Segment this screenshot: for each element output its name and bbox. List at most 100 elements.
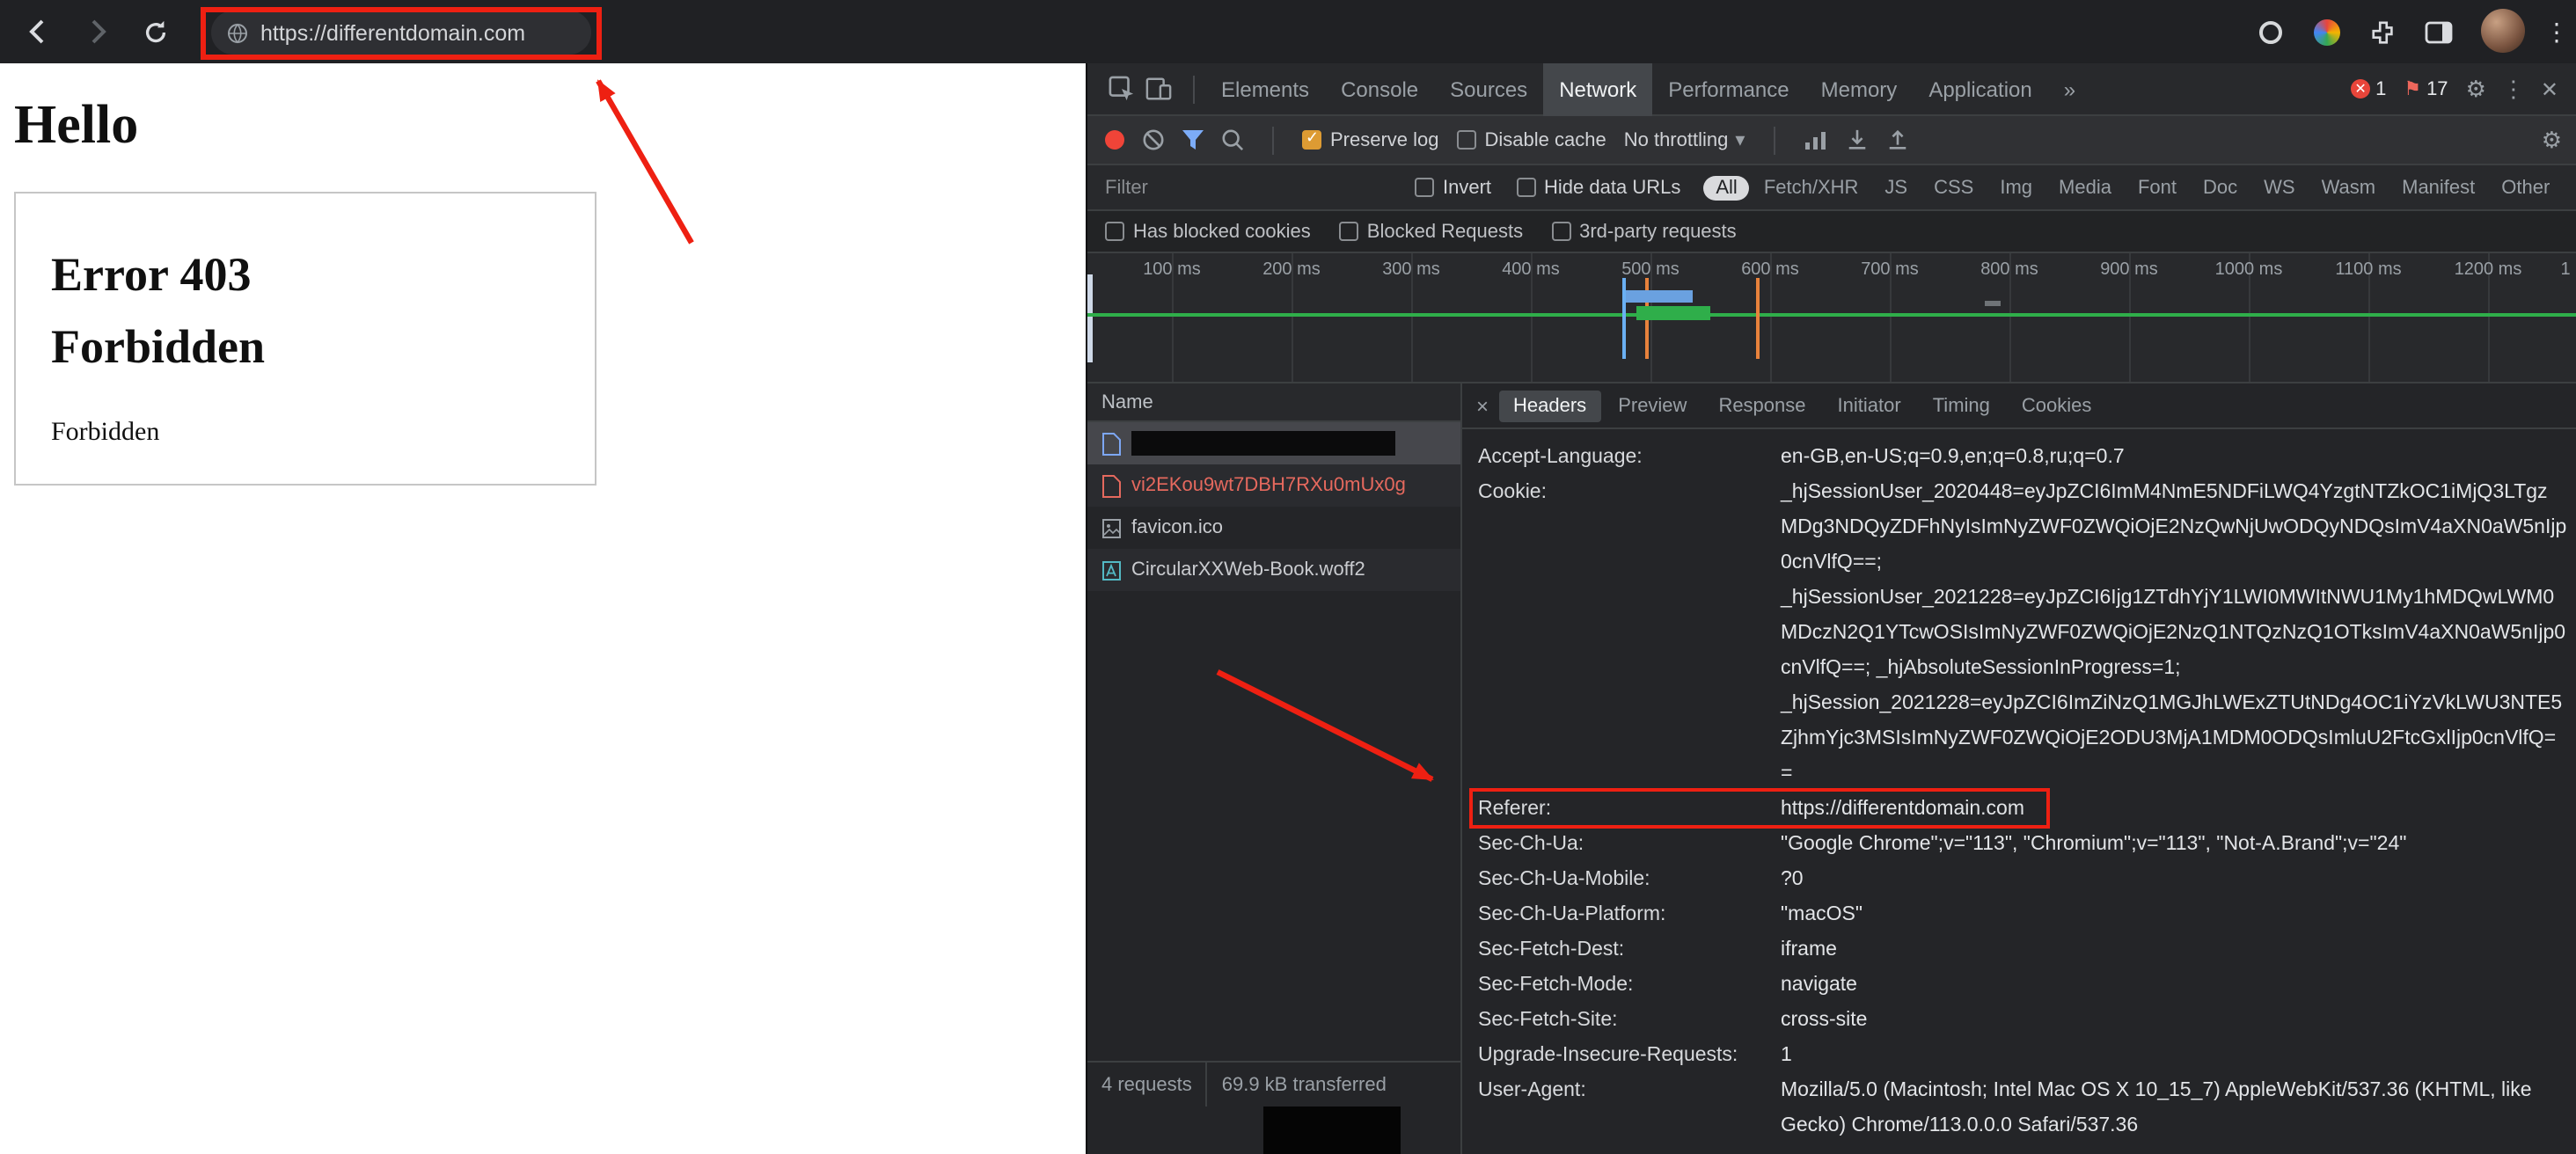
details-tabbar: × Headers Preview Response Initiator Tim…	[1462, 383, 2576, 429]
network-overview-timeline[interactable]: 100 ms 200 ms 300 ms 400 ms 500 ms 600 m…	[1087, 253, 2576, 383]
tab-performance[interactable]: Performance	[1652, 62, 1804, 115]
tab-response[interactable]: Response	[1704, 390, 1819, 421]
close-details-icon[interactable]: ×	[1476, 393, 1489, 418]
header-key: Upgrade-Insecure-Requests:	[1478, 1038, 1781, 1073]
redacted-request-name	[1131, 431, 1395, 456]
header-value-line: =	[1781, 756, 2566, 792]
issues-flag-icon[interactable]: ⚑	[2404, 77, 2421, 100]
hide-data-urls-checkbox[interactable]: Hide data URLs	[1516, 177, 1680, 198]
web-page: Hello Error 403 Forbidden Forbidden	[0, 63, 1086, 1154]
filter-input[interactable]: Filter	[1105, 177, 1415, 198]
request-row-font[interactable]: CircularXXWeb-Book.woff2	[1087, 549, 1460, 591]
requests-name-header[interactable]: Name	[1087, 383, 1460, 422]
filter-pill-ws[interactable]: WS	[2251, 175, 2307, 200]
extensions-puzzle-icon[interactable]	[2360, 0, 2405, 63]
header-key: Sec-Fetch-Mode:	[1478, 968, 1781, 1003]
preserve-log-checkbox-box[interactable]	[1302, 130, 1321, 150]
browser-menu-kebab-icon[interactable]: ⋮	[2534, 0, 2576, 63]
header-row-sec-ch-ua-mobile: Sec-Ch-Ua-Mobile: ?0	[1478, 862, 2576, 897]
filter-pill-img[interactable]: Img	[1987, 175, 2045, 200]
filter-funnel-icon[interactable]	[1182, 130, 1204, 150]
filter-pill-font[interactable]: Font	[2126, 175, 2189, 200]
filter-pill-doc[interactable]: Doc	[2191, 175, 2250, 200]
network-conditions-icon[interactable]	[1803, 130, 1827, 150]
request-row-failed[interactable]: vi2EKou9wt7DBH7RXu0mUx0g	[1087, 464, 1460, 507]
header-row-accept-language: Accept-Language: en-GB,en-US;q=0.9,en;q=…	[1478, 440, 2576, 475]
network-settings-gear-icon[interactable]: ⚙	[2542, 126, 2562, 154]
error-heading-line2: Forbidden	[51, 311, 595, 383]
tab-network[interactable]: Network	[1543, 62, 1652, 115]
header-value: 1	[1781, 1038, 1792, 1073]
filter-pill-media[interactable]: Media	[2046, 175, 2124, 200]
blocked-requests-checkbox-box[interactable]	[1339, 222, 1358, 241]
clear-network-log-icon[interactable]	[1142, 128, 1165, 151]
filter-pill-other[interactable]: Other	[2489, 175, 2562, 200]
extension-color-icon[interactable]	[2303, 0, 2349, 63]
waterfall-bar-green	[1636, 306, 1710, 320]
filter-pill-fetch-xhr[interactable]: Fetch/XHR	[1752, 175, 1871, 200]
header-value-line: ZjhmYjc3MSIsImNyZWF0ZWQiOjE2ODU3MjA1MDM0…	[1781, 721, 2566, 756]
header-value: cross-site	[1781, 1003, 1867, 1038]
export-har-icon[interactable]	[1885, 128, 1908, 151]
header-key: Sec-Ch-Ua-Mobile:	[1478, 862, 1781, 897]
devtools-settings-gear-icon[interactable]: ⚙	[2466, 75, 2486, 103]
header-row-referer: Referer: https://differentdomain.com	[1478, 792, 2576, 827]
request-row-favicon[interactable]: favicon.ico	[1087, 507, 1460, 549]
blocked-requests-checkbox[interactable]: Blocked Requests	[1339, 221, 1523, 242]
tab-memory[interactable]: Memory	[1805, 62, 1914, 115]
third-party-requests-checkbox[interactable]: 3rd-party requests	[1551, 221, 1737, 242]
search-icon[interactable]	[1221, 128, 1244, 151]
font-icon	[1101, 559, 1121, 581]
devtools-close-icon[interactable]: ✕	[2541, 77, 2558, 101]
throttling-select[interactable]: No throttling ▾	[1624, 128, 1745, 151]
filter-pill-js[interactable]: JS	[1872, 175, 1920, 200]
tab-timing[interactable]: Timing	[1919, 390, 2004, 421]
disable-cache-checkbox[interactable]: Disable cache	[1457, 129, 1606, 150]
request-row-main-document[interactable]	[1087, 422, 1460, 464]
header-value-line: _hjSession_2021228=eyJpZCI6ImZiNzQ1MGJhL…	[1781, 686, 2566, 721]
side-panel-icon[interactable]	[2416, 0, 2462, 63]
invert-checkbox[interactable]: Invert	[1415, 177, 1491, 198]
error-heading-line1: Error 403	[51, 239, 595, 311]
hide-data-urls-checkbox-box[interactable]	[1516, 178, 1535, 197]
tab-sources[interactable]: Sources	[1434, 62, 1543, 115]
preserve-log-checkbox[interactable]: Preserve log	[1302, 129, 1439, 150]
invert-label: Invert	[1443, 177, 1491, 198]
error-badge-icon[interactable]: ✕	[2351, 79, 2370, 99]
back-icon[interactable]	[16, 0, 62, 63]
tab-initiator[interactable]: Initiator	[1824, 390, 1915, 421]
inspect-element-icon[interactable]	[1109, 76, 1135, 102]
more-tabs-chevron[interactable]: »	[2048, 62, 2091, 115]
overview-left-handle[interactable]	[1087, 274, 1093, 362]
header-value: iframe	[1781, 932, 1837, 968]
record-network-log-icon[interactable]	[1105, 130, 1124, 150]
third-party-requests-checkbox-box[interactable]	[1551, 222, 1570, 241]
import-har-icon[interactable]	[1845, 128, 1868, 151]
filter-pill-all[interactable]: All	[1703, 175, 1749, 200]
header-value: "macOS"	[1781, 897, 1862, 932]
header-key: User-Agent:	[1478, 1073, 1781, 1108]
extension-ring-icon[interactable]	[2247, 0, 2293, 63]
profile-avatar[interactable]	[2481, 9, 2525, 53]
forward-icon[interactable]	[74, 0, 120, 63]
document-error-icon	[1101, 474, 1121, 497]
filter-pill-css[interactable]: CSS	[1921, 175, 1986, 200]
address-bar[interactable]: https://differentdomain.com	[211, 11, 591, 55]
device-toolbar-icon[interactable]	[1145, 76, 1172, 102]
devtools-kebab-icon[interactable]: ⋮	[2502, 75, 2525, 103]
disable-cache-checkbox-box[interactable]	[1457, 130, 1476, 150]
filter-pill-wasm[interactable]: Wasm	[2309, 175, 2389, 200]
tab-elements[interactable]: Elements	[1205, 62, 1325, 115]
reload-icon[interactable]	[132, 0, 178, 63]
tab-application[interactable]: Application	[1913, 62, 2047, 115]
has-blocked-cookies-checkbox-box[interactable]	[1105, 222, 1124, 241]
tab-headers[interactable]: Headers	[1499, 390, 1600, 421]
invert-checkbox-box[interactable]	[1415, 178, 1434, 197]
has-blocked-cookies-checkbox[interactable]: Has blocked cookies	[1105, 221, 1311, 242]
tab-console[interactable]: Console	[1325, 62, 1434, 115]
filter-pill-manifest[interactable]: Manifest	[2389, 175, 2487, 200]
redaction-box	[1263, 1107, 1401, 1154]
requests-bottom-strip	[1087, 1107, 1460, 1154]
tab-cookies[interactable]: Cookies	[2008, 390, 2106, 421]
tab-preview[interactable]: Preview	[1604, 390, 1701, 421]
